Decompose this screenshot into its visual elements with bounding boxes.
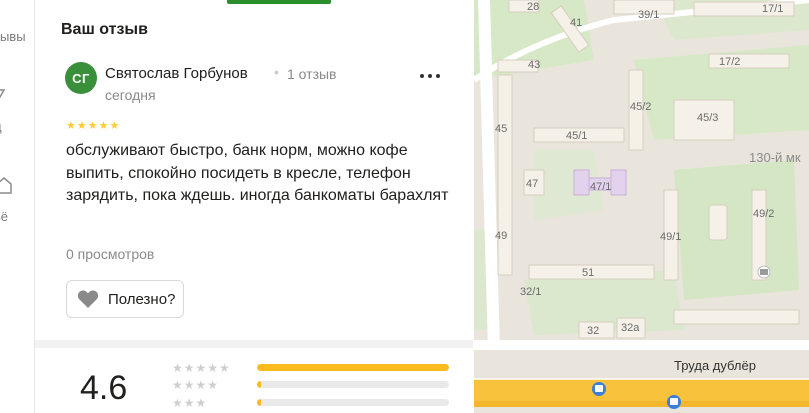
home-icon[interactable] [0, 176, 12, 194]
map-canvas [474, 0, 809, 413]
map-district-label: 130-й мк [749, 150, 801, 165]
map-label: 17/2 [719, 56, 741, 68]
review-panel: Ваш отзыв СГ Святослав Горбунов • 1 отзы… [35, 0, 473, 413]
rating-bar-5 [257, 364, 449, 371]
map-label: 49 [495, 230, 508, 242]
map-label: 32 [587, 325, 600, 337]
map-label: 47/1 [590, 181, 612, 193]
more-options-button[interactable] [416, 64, 444, 88]
author-review-count: 1 отзыв [287, 66, 337, 82]
heart-icon [77, 290, 99, 308]
review-date: сегодня [105, 87, 156, 103]
review-stars: ★ ★ ★ ★ ★ [66, 121, 119, 132]
map-label: 49/1 [660, 231, 682, 243]
map-label: 32а [621, 322, 640, 334]
rating-row-4[interactable]: ★★★★ [172, 378, 449, 392]
review-text: обслуживают быстро, банк норм, можно коф… [66, 142, 449, 204]
stars-3-icon: ★★★ [172, 396, 208, 410]
star-icon: ★ [87, 120, 98, 132]
avatar[interactable]: СГ [65, 62, 97, 94]
photo-icon[interactable] [0, 86, 10, 100]
rating-bar-3 [257, 399, 449, 406]
dot-icon [420, 74, 424, 78]
rating-bar-fill [257, 364, 449, 371]
author-name[interactable]: Святослав Горбунов [105, 65, 248, 82]
map-label: 45/1 [566, 130, 588, 142]
map-label: 32/1 [520, 286, 542, 298]
map-label: 45/2 [630, 101, 652, 113]
separator-dot: • [274, 64, 279, 80]
views-count: 0 просмотров [66, 246, 155, 262]
rating-row-5[interactable]: ★★★★★ [172, 361, 449, 375]
rating-bar-fill [257, 399, 261, 406]
map-view[interactable]: 28 41 39/1 17/1 43 17/2 45/2 45 45/1 45/… [474, 0, 809, 413]
map-label: 45 [495, 123, 508, 135]
active-tab-indicator [227, 0, 331, 4]
nav-item-e-label[interactable]: ьё [0, 209, 8, 224]
star-icon: ★ [76, 120, 87, 132]
rating-bar-fill [257, 381, 261, 388]
stars-4-icon: ★★★★ [172, 378, 220, 392]
left-nav-rail: зывы д ьё [0, 0, 35, 413]
rating-row-3[interactable]: ★★★ [172, 396, 449, 410]
map-label: 51 [582, 267, 595, 279]
helpful-button[interactable]: Полезно? [66, 280, 185, 318]
star-icon: ★ [109, 120, 120, 132]
map-label: 49/2 [753, 208, 775, 220]
map-label: 39/1 [638, 9, 660, 21]
map-label: 47 [526, 178, 539, 190]
dot-icon [428, 74, 432, 78]
map-label: 41 [570, 17, 583, 29]
map-label: 45/3 [697, 112, 719, 124]
helpful-label: Полезно? [108, 290, 176, 308]
star-icon: ★ [98, 120, 109, 132]
street-label: Труда дублёр [674, 358, 756, 373]
map-label: 17/1 [762, 3, 784, 15]
map-label: 43 [528, 59, 541, 71]
stars-5-icon: ★★★★★ [172, 361, 231, 375]
overall-rating: 4.6 [80, 369, 128, 407]
section-title: Ваш отзыв [61, 21, 148, 38]
star-icon: ★ [66, 120, 76, 132]
rating-bar-4 [257, 381, 449, 388]
dot-icon [436, 74, 440, 78]
nav-item-d-label[interactable]: д [0, 119, 2, 134]
nav-item-reviews-label[interactable]: зывы [0, 29, 26, 44]
map-label: 28 [527, 1, 540, 13]
section-divider [35, 340, 473, 348]
